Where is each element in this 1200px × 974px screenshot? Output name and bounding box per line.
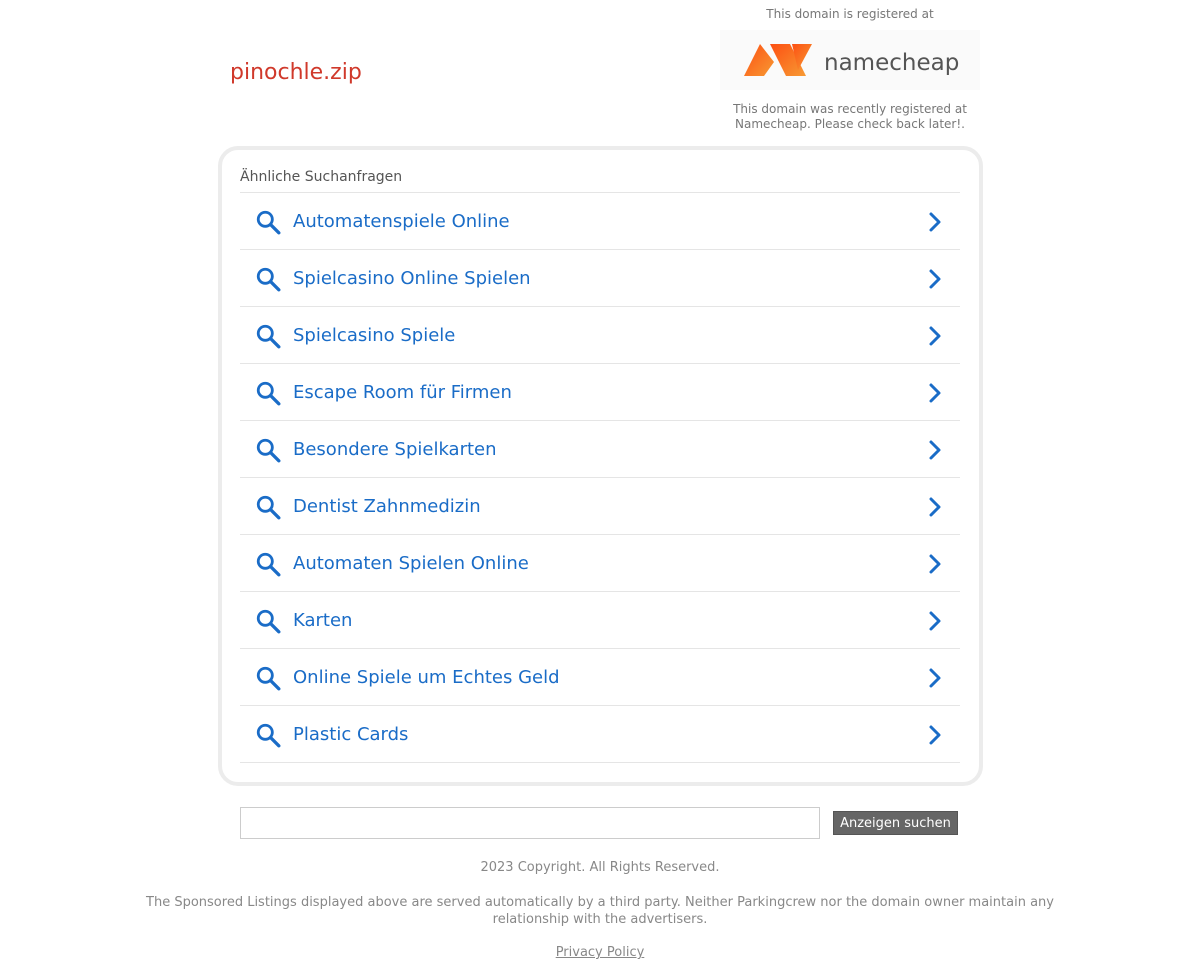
search-icon: [256, 609, 281, 634]
registrar-top-text: This domain is registered at: [766, 7, 934, 21]
chevron-right-icon: [929, 668, 941, 688]
chevron-right-icon: [929, 725, 941, 745]
list-item[interactable]: Automatenspiele Online: [240, 193, 960, 250]
list-item-label[interactable]: Besondere Spielkarten: [293, 439, 497, 460]
privacy-policy-link[interactable]: Privacy Policy: [556, 945, 645, 960]
disclaimer-text: The Sponsored Listings displayed above a…: [146, 895, 1054, 927]
chevron-right-icon: [929, 269, 941, 289]
search-icon: [256, 666, 281, 691]
chevron-right-icon: [929, 554, 941, 574]
search-icon: [256, 381, 281, 406]
search-row: Anzeigen suchen: [240, 807, 960, 839]
list-item-label[interactable]: Karten: [293, 610, 352, 631]
namecheap-logo-icon: namecheap: [744, 44, 959, 76]
list-item[interactable]: Spielcasino Online Spielen: [240, 250, 960, 307]
search-icon: [256, 552, 281, 577]
related-searches-title: Ähnliche Suchanfragen: [240, 169, 403, 185]
list-item-label[interactable]: Spielcasino Online Spielen: [293, 268, 531, 289]
copyright-text: 2023 Copyright. All Rights Reserved.: [480, 860, 720, 875]
search-icon: [256, 210, 281, 235]
list-item[interactable]: Automaten Spielen Online: [240, 535, 960, 592]
list-item[interactable]: Online Spiele um Echtes Geld: [240, 649, 960, 706]
chevron-right-icon: [929, 611, 941, 631]
list-item[interactable]: Escape Room für Firmen: [240, 364, 960, 421]
list-item[interactable]: Besondere Spielkarten: [240, 421, 960, 478]
chevron-right-icon: [929, 497, 941, 517]
list-item-label[interactable]: Escape Room für Firmen: [293, 382, 512, 403]
chevron-right-icon: [929, 326, 941, 346]
list-item-label[interactable]: Automatenspiele Online: [293, 211, 510, 232]
related-searches-list: Automatenspiele Online Spielcasino Online…: [240, 192, 960, 763]
list-item-label[interactable]: Automaten Spielen Online: [293, 553, 529, 574]
list-item-label[interactable]: Online Spiele um Echtes Geld: [293, 667, 560, 688]
search-input[interactable]: [240, 807, 820, 839]
list-item[interactable]: Spielcasino Spiele: [240, 307, 960, 364]
list-item-label[interactable]: Plastic Cards: [293, 724, 408, 745]
chevron-right-icon: [929, 212, 941, 232]
registrar-message-line1: This domain was recently registered at: [733, 102, 967, 116]
search-button[interactable]: Anzeigen suchen: [833, 811, 958, 835]
list-item-label[interactable]: Spielcasino Spiele: [293, 325, 455, 346]
search-icon: [256, 267, 281, 292]
list-item[interactable]: Plastic Cards: [240, 706, 960, 763]
registrar-message-line2: Namecheap. Please check back later!.: [735, 117, 965, 131]
namecheap-logo-text: namecheap: [824, 50, 959, 76]
search-icon: [256, 438, 281, 463]
list-item[interactable]: Karten: [240, 592, 960, 649]
chevron-right-icon: [929, 383, 941, 403]
chevron-right-icon: [929, 440, 941, 460]
search-icon: [256, 723, 281, 748]
list-item-label[interactable]: Dentist Zahnmedizin: [293, 496, 481, 517]
list-item[interactable]: Dentist Zahnmedizin: [240, 478, 960, 535]
privacy-row: Privacy Policy: [0, 945, 1200, 960]
namecheap-logo[interactable]: namecheap: [720, 30, 980, 90]
search-icon: [256, 495, 281, 520]
registrar-message: This domain was recently registered at N…: [720, 102, 980, 132]
registrar-panel: This domain is registered at namecheap T…: [720, 6, 980, 132]
search-icon: [256, 324, 281, 349]
domain-title: pinochle.zip: [230, 60, 362, 85]
